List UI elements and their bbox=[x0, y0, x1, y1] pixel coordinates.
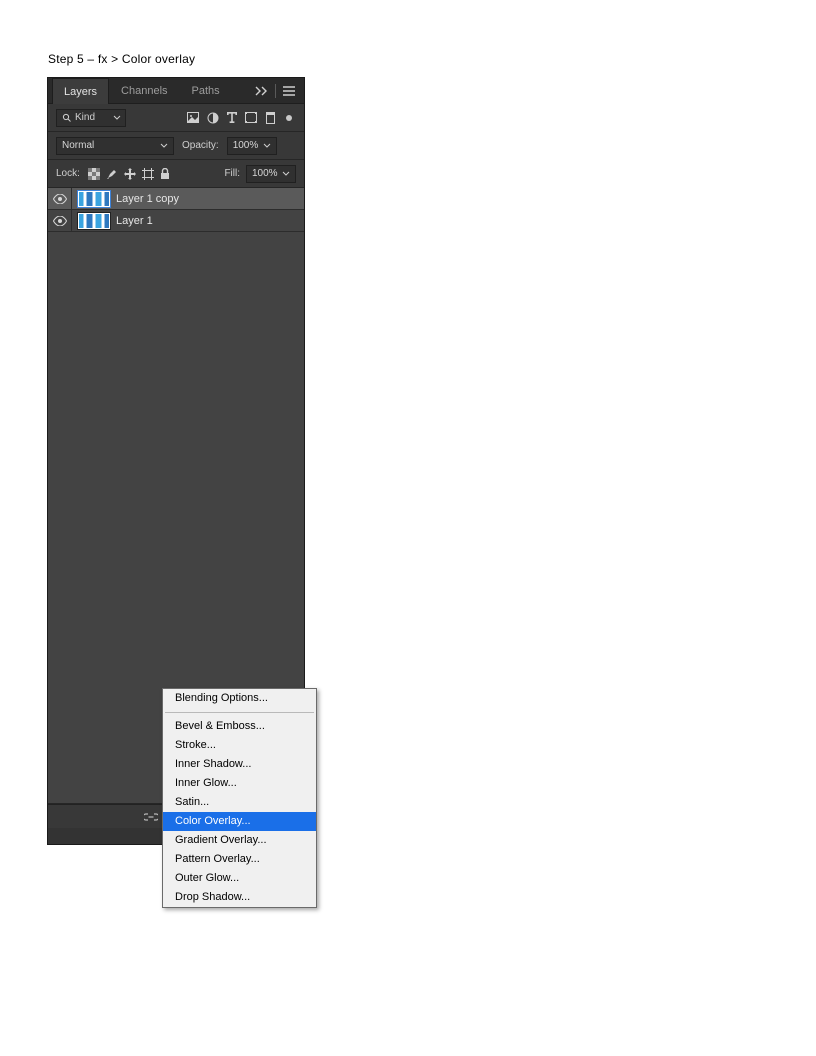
blend-mode-value: Normal bbox=[62, 140, 94, 151]
lock-artboard-icon[interactable] bbox=[142, 168, 154, 180]
lock-row: Lock: Fill: 100% bbox=[48, 160, 304, 188]
lock-move-icon[interactable] bbox=[124, 168, 136, 180]
fx-menu: Blending Options... Bevel & Emboss...Str… bbox=[162, 688, 317, 908]
opacity-value: 100% bbox=[233, 140, 259, 151]
link-icon[interactable] bbox=[144, 812, 158, 822]
fx-menu-item[interactable]: Drop Shadow... bbox=[163, 888, 316, 907]
tab-layers[interactable]: Layers bbox=[52, 78, 109, 104]
chevron-down-icon bbox=[263, 143, 271, 149]
chevron-down-icon bbox=[282, 171, 290, 177]
lock-transparent-icon[interactable] bbox=[88, 168, 100, 180]
opacity-input[interactable]: 100% bbox=[227, 137, 277, 155]
filter-shape-icon[interactable] bbox=[245, 112, 257, 123]
visibility-toggle[interactable] bbox=[48, 210, 72, 231]
page-caption: Step 5 – fx > Color overlay bbox=[48, 52, 195, 66]
fx-menu-group1: Blending Options... bbox=[163, 689, 316, 708]
chevron-down-icon bbox=[113, 115, 121, 121]
layer-row[interactable]: Layer 1 copy bbox=[48, 188, 304, 210]
fill-input[interactable]: 100% bbox=[246, 165, 296, 183]
fx-menu-item[interactable]: Color Overlay... bbox=[163, 812, 316, 831]
visibility-toggle[interactable] bbox=[48, 188, 72, 209]
layer-name: Layer 1 copy bbox=[116, 193, 179, 205]
opacity-label: Opacity: bbox=[182, 140, 219, 151]
filter-type-icon[interactable] bbox=[227, 112, 237, 123]
fill-value: 100% bbox=[252, 168, 278, 179]
lock-label: Lock: bbox=[56, 168, 80, 179]
panel-tabs: Layers Channels Paths bbox=[48, 78, 304, 104]
fx-menu-item[interactable]: Stroke... bbox=[163, 736, 316, 755]
fx-menu-item[interactable]: Inner Shadow... bbox=[163, 755, 316, 774]
fx-menu-item[interactable]: Bevel & Emboss... bbox=[163, 717, 316, 736]
layer-row[interactable]: Layer 1 bbox=[48, 210, 304, 232]
lock-brush-icon[interactable] bbox=[106, 168, 118, 180]
blend-row: Normal Opacity: 100% bbox=[48, 132, 304, 160]
fx-menu-item[interactable]: Pattern Overlay... bbox=[163, 850, 316, 869]
menu-separator bbox=[165, 712, 314, 713]
fx-menu-item[interactable]: Satin... bbox=[163, 793, 316, 812]
layer-thumbnail bbox=[78, 213, 110, 229]
fill-label: Fill: bbox=[224, 168, 240, 179]
filter-kind-label: Kind bbox=[75, 112, 95, 123]
chevron-down-icon bbox=[160, 143, 168, 149]
layer-thumbnail bbox=[78, 191, 110, 207]
fx-menu-item[interactable]: Inner Glow... bbox=[163, 774, 316, 793]
layers-list: Layer 1 copy Layer 1 bbox=[48, 188, 304, 232]
blend-mode-select[interactable]: Normal bbox=[56, 137, 174, 155]
expand-icon[interactable] bbox=[251, 78, 273, 104]
tab-channels[interactable]: Channels bbox=[109, 78, 179, 103]
filter-adjustment-icon[interactable] bbox=[207, 112, 219, 124]
layers-panel: Layers Channels Paths Kind bbox=[48, 78, 304, 844]
fx-menu-item[interactable]: Gradient Overlay... bbox=[163, 831, 316, 850]
filter-row: Kind bbox=[48, 104, 304, 132]
tab-paths[interactable]: Paths bbox=[180, 78, 232, 103]
filter-smartobject-icon[interactable] bbox=[265, 112, 276, 124]
fx-menu-item[interactable]: Blending Options... bbox=[163, 689, 316, 708]
filter-toggle-icon[interactable] bbox=[286, 115, 292, 121]
lock-all-icon[interactable] bbox=[160, 168, 170, 180]
fx-menu-item[interactable]: Outer Glow... bbox=[163, 869, 316, 888]
search-icon bbox=[62, 113, 71, 122]
fx-menu-group2: Bevel & Emboss...Stroke...Inner Shadow..… bbox=[163, 717, 316, 907]
panel-menu-icon[interactable] bbox=[278, 78, 300, 104]
filter-image-icon[interactable] bbox=[187, 112, 199, 123]
layer-name: Layer 1 bbox=[116, 215, 153, 227]
filter-kind-select[interactable]: Kind bbox=[56, 109, 126, 127]
